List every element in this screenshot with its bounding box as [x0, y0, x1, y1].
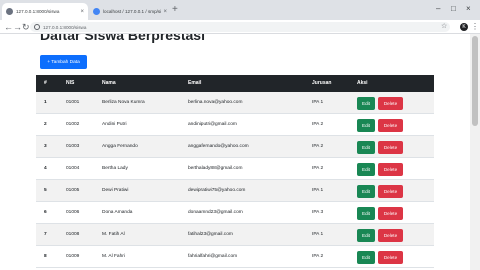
row-number: 1	[44, 100, 47, 105]
table-row: 6 01006 Dona Amanda donaamnd23@gmail.com…	[36, 202, 434, 224]
row-email: dewipratiwi75@yahoo.com	[188, 188, 246, 193]
row-nama: M. Al Fahri	[102, 254, 125, 259]
column-header-aksi: Aksi	[357, 80, 368, 86]
row-nis: 01004	[66, 166, 80, 171]
row-jurusan: IPA 3	[312, 210, 324, 215]
phpmyadmin-icon	[93, 8, 100, 15]
row-jurusan: IPA 2	[312, 122, 324, 127]
row-nis: 01009	[66, 254, 80, 259]
column-header-nama: Nama	[102, 80, 116, 86]
table-row: 4 01004 Bertha Lady berthalady88@gmail.c…	[36, 158, 434, 180]
column-header-email: Email	[188, 80, 202, 86]
row-number: 6	[44, 210, 47, 215]
browser-menu-icon[interactable]: ⋮	[471, 22, 479, 32]
site-info-icon[interactable]	[34, 24, 40, 30]
row-jurusan: IPA 1	[312, 100, 324, 105]
edit-button[interactable]: Edit	[357, 251, 375, 264]
edit-button[interactable]: Edit	[357, 119, 375, 132]
maximize-button[interactable]: □	[451, 4, 456, 14]
table-row: 7 01008 M. Fatih Al fatihal23@gmail.com …	[36, 224, 434, 246]
row-nis: 01005	[66, 188, 80, 193]
delete-button[interactable]: Delete	[378, 163, 403, 176]
edit-button[interactable]: Edit	[357, 207, 375, 220]
column-header-nis: NIS	[66, 80, 75, 86]
delete-button[interactable]: Delete	[378, 229, 403, 242]
delete-button[interactable]: Delete	[378, 141, 403, 154]
tab-close-icon[interactable]: ×	[80, 9, 84, 15]
browser-toolbar: ← → ↻ 127.0.0.1:8000/siswa ☆ K ⋮	[0, 20, 480, 34]
table-row: 8 01009 M. Al Fahri fahrialfahri@gmail.c…	[36, 246, 434, 268]
row-number: 2	[44, 122, 47, 127]
table-header: # NIS Nama Email Jurusan Aksi	[36, 75, 434, 92]
edit-button[interactable]: Edit	[357, 97, 375, 110]
edit-button[interactable]: Edit	[357, 163, 375, 176]
table-row: 1 01001 Berliza Nova Kumra berlina.nova@…	[36, 92, 434, 114]
browser-tabbar: 127.0.0.1:8000/siswa × localhost / 127.0…	[0, 0, 480, 20]
row-email: fahrialfahri@gmail.com	[188, 254, 238, 259]
row-nama: Angga Fernando	[102, 144, 138, 149]
delete-button[interactable]: Delete	[378, 119, 403, 132]
bookmark-star-icon[interactable]: ☆	[441, 23, 447, 31]
row-nama: Berliza Nova Kumra	[102, 100, 145, 105]
table-row: 3 01003 Angga Fernando anggafernando@yah…	[36, 136, 434, 158]
row-nama: M. Fatih Al	[102, 232, 125, 237]
row-nama: Dona Amanda	[102, 210, 133, 215]
new-tab-button[interactable]: +	[172, 5, 178, 15]
row-nis: 01008	[66, 232, 80, 237]
minimize-button[interactable]: –	[436, 4, 440, 14]
scrollbar-thumb[interactable]	[472, 36, 478, 126]
profile-avatar[interactable]: K	[460, 23, 468, 31]
row-email: anggafernando@yahoo.com	[188, 144, 249, 149]
row-nis: 01001	[66, 100, 80, 105]
tab-title: 127.0.0.1:8000/siswa	[16, 9, 60, 14]
close-window-button[interactable]: ×	[466, 4, 471, 14]
globe-icon	[6, 8, 13, 15]
column-header-number: #	[44, 80, 47, 86]
row-email: donaamnd23@gmail.com	[188, 210, 243, 215]
row-nama: Bertha Lady	[102, 166, 128, 171]
row-nama: Andini Putri	[102, 122, 127, 127]
add-data-button[interactable]: + Tambah Data	[40, 55, 87, 69]
reload-icon[interactable]: ↻	[22, 21, 30, 33]
row-jurusan: IPA 2	[312, 166, 324, 171]
row-nis: 01002	[66, 122, 80, 127]
row-jurusan: IPA 2	[312, 144, 324, 149]
row-nis: 01003	[66, 144, 80, 149]
row-email: andiniputri@gmail.com	[188, 122, 237, 127]
edit-button[interactable]: Edit	[357, 229, 375, 242]
row-number: 5	[44, 188, 47, 193]
delete-button[interactable]: Delete	[378, 185, 403, 198]
row-number: 8	[44, 254, 47, 259]
address-bar[interactable]: 127.0.0.1:8000/siswa	[30, 22, 450, 32]
row-email: berlina.nova@yahoo.com	[188, 100, 243, 105]
table-row: 5 01005 Dewi Pratiwi dewipratiwi75@yahoo…	[36, 180, 434, 202]
address-url: 127.0.0.1:8000/siswa	[43, 24, 87, 30]
row-jurusan: IPA 1	[312, 232, 324, 237]
browser-tab-phpmyadmin[interactable]: localhost / 127.0.0.1 / smp/siswa ×	[89, 3, 171, 20]
forward-icon[interactable]: →	[13, 21, 22, 33]
row-nis: 01006	[66, 210, 80, 215]
row-email: berthalady88@gmail.com	[188, 166, 243, 171]
tab-close-icon[interactable]: ×	[163, 9, 167, 15]
table-row: 2 01002 Andini Putri andiniputri@gmail.c…	[36, 114, 434, 136]
row-number: 4	[44, 166, 47, 171]
delete-button[interactable]: Delete	[378, 97, 403, 110]
browser-tab-siswa[interactable]: 127.0.0.1:8000/siswa ×	[2, 3, 88, 20]
back-icon[interactable]: ←	[4, 21, 13, 33]
row-jurusan: IPA 1	[312, 188, 324, 193]
edit-button[interactable]: Edit	[357, 141, 375, 154]
column-header-jurusan: Jurusan	[312, 80, 332, 86]
edit-button[interactable]: Edit	[357, 185, 375, 198]
row-jurusan: IPA 2	[312, 254, 324, 259]
row-nama: Dewi Pratiwi	[102, 188, 129, 193]
delete-button[interactable]: Delete	[378, 207, 403, 220]
tab-title: localhost / 127.0.0.1 / smp/siswa	[103, 9, 162, 14]
row-email: fatihal23@gmail.com	[188, 232, 233, 237]
delete-button[interactable]: Delete	[378, 251, 403, 264]
row-number: 3	[44, 144, 47, 149]
row-number: 7	[44, 232, 47, 237]
